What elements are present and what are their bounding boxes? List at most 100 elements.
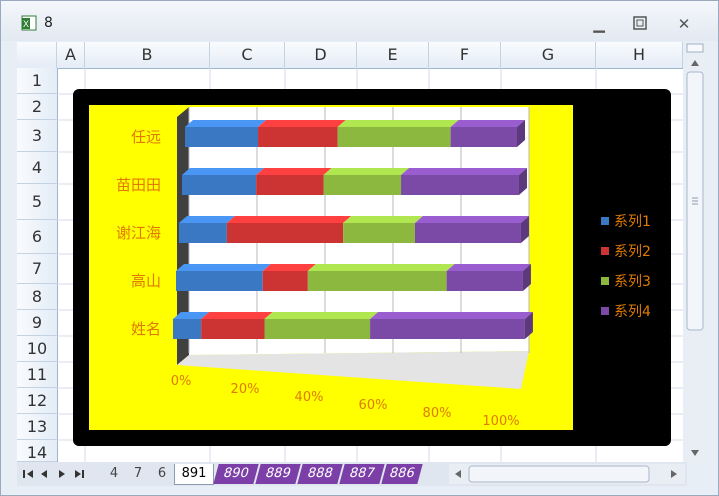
row-header[interactable]: 13 [17, 414, 57, 440]
bar-segment [258, 127, 338, 147]
row-header[interactable]: 3 [17, 120, 57, 152]
legend-label: 系列1 [614, 214, 651, 230]
row-header[interactable]: 9 [17, 310, 57, 336]
sheet-tab[interactable]: 6 [151, 464, 173, 484]
bar-top [256, 168, 332, 175]
bar-segment [401, 175, 519, 195]
x-tick-label: 80% [423, 406, 452, 421]
stacked-bar-chart: 任远苗田田谢江海高山姓名 0% 20% 40% 60% 80% 100% 系列1 系列2 系列3… [89, 105, 651, 430]
vertical-scrollbar[interactable] [685, 42, 705, 462]
row-header[interactable]: 1 [17, 68, 57, 94]
x-tick-label: 0% [171, 374, 192, 389]
bar-segment [323, 175, 402, 195]
column-header[interactable]: E [357, 42, 429, 68]
column-header[interactable]: F [429, 42, 501, 68]
bar-segment [414, 223, 521, 243]
bar-segment [256, 175, 324, 195]
sheet-tab[interactable]: 887 [339, 464, 385, 484]
bar-top [226, 216, 352, 223]
bar-top [258, 120, 346, 127]
sheet-tab[interactable]: 889 [255, 464, 301, 484]
row-header[interactable]: 7 [17, 254, 57, 284]
category-label: 任远 [131, 128, 161, 146]
bar-segment [201, 319, 265, 339]
sheet-tab-active[interactable]: 891 [174, 464, 214, 485]
restore-icon [633, 16, 647, 30]
bar-segment [176, 271, 263, 291]
bar-top [179, 216, 235, 223]
bar-top [182, 168, 265, 175]
last-sheet-icon [75, 470, 81, 478]
prev-sheet-icon [41, 470, 47, 478]
row-header[interactable]: 5 [17, 184, 57, 220]
bar-top [185, 120, 267, 127]
scroll-up-icon[interactable] [691, 60, 699, 66]
split-box[interactable] [686, 43, 704, 53]
legend-label: 系列4 [614, 304, 651, 320]
category-label: 高山 [131, 272, 161, 290]
row-header[interactable]: 2 [17, 94, 57, 120]
sheet-tab[interactable]: 7 [127, 464, 149, 484]
column-header[interactable]: H [596, 42, 683, 68]
bar-top [201, 312, 273, 319]
row-header[interactable]: 8 [17, 284, 57, 310]
sheet-tab[interactable]: 890 [213, 464, 259, 484]
select-all-corner[interactable] [17, 42, 57, 68]
excel-icon: X [21, 15, 37, 31]
first-sheet-icon [27, 470, 33, 478]
next-sheet-icon [59, 470, 65, 478]
svg-text:X: X [23, 19, 29, 29]
bar-top [307, 264, 455, 271]
sheet-tab[interactable]: 886 [381, 464, 423, 484]
title-bar: X 8 ▁ ✕ [1, 1, 718, 41]
bar-segment [179, 223, 227, 243]
category-label: 苗田田 [116, 176, 161, 194]
row-header[interactable]: 12 [17, 388, 57, 414]
category-label: 谢江海 [116, 224, 161, 242]
chart-object[interactable]: 任远 苗田田 谢江海 高山 姓名 0% 20% 40% 60% 80% 100% 系列1 系列2 系列3… [73, 89, 671, 446]
horizontal-scrollbar[interactable] [449, 464, 685, 484]
row-header[interactable]: 10 [17, 336, 57, 362]
bar-segment [185, 127, 259, 147]
h-scroll-thumb [468, 465, 650, 483]
restore-button[interactable] [629, 15, 651, 33]
sheet-tab[interactable]: 888 [297, 464, 343, 484]
row-headers: 1 2 3 4 5 6 7 8 9 10 11 12 13 14 [17, 68, 58, 462]
x-tick-label: 20% [231, 382, 260, 397]
bar-top [450, 120, 525, 127]
bar-top [370, 312, 533, 319]
bar-top [176, 264, 271, 271]
bar-top [337, 120, 459, 127]
row-header[interactable]: 4 [17, 152, 57, 184]
excel-window: X 8 ▁ ✕ A B C D E F G H 1 2 3 4 5 6 7 8 [0, 0, 719, 496]
bar-segment [182, 175, 257, 195]
row-header[interactable]: 6 [17, 220, 57, 254]
minimize-button[interactable]: ▁ [588, 15, 610, 33]
row-header[interactable]: 14 [17, 440, 57, 462]
bar-top [343, 216, 423, 223]
tab-navigation[interactable] [19, 466, 95, 482]
scroll-down-icon[interactable] [691, 450, 699, 456]
sheet-tab[interactable]: 4 [103, 464, 125, 484]
bar-segment [370, 319, 525, 339]
column-header[interactable]: D [285, 42, 357, 68]
legend-swatch [601, 247, 609, 255]
column-header[interactable]: G [501, 42, 596, 68]
bar-segment [450, 127, 517, 147]
legend-label: 系列2 [614, 244, 651, 260]
bar-segment [226, 223, 344, 243]
column-header[interactable]: B [85, 42, 210, 68]
bar-segment [337, 127, 451, 147]
row-header[interactable]: 11 [17, 362, 57, 388]
close-button[interactable]: ✕ [673, 15, 695, 33]
bar-segment [173, 319, 202, 339]
bar-top [323, 168, 410, 175]
column-header[interactable]: A [57, 42, 85, 68]
column-header[interactable]: C [210, 42, 285, 68]
window-title: 8 [44, 15, 53, 31]
category-label: 姓名 [131, 320, 161, 338]
bar-segment [446, 271, 523, 291]
x-tick-label: 60% [359, 398, 388, 413]
legend-swatch [601, 277, 609, 285]
bar-top [264, 312, 379, 319]
